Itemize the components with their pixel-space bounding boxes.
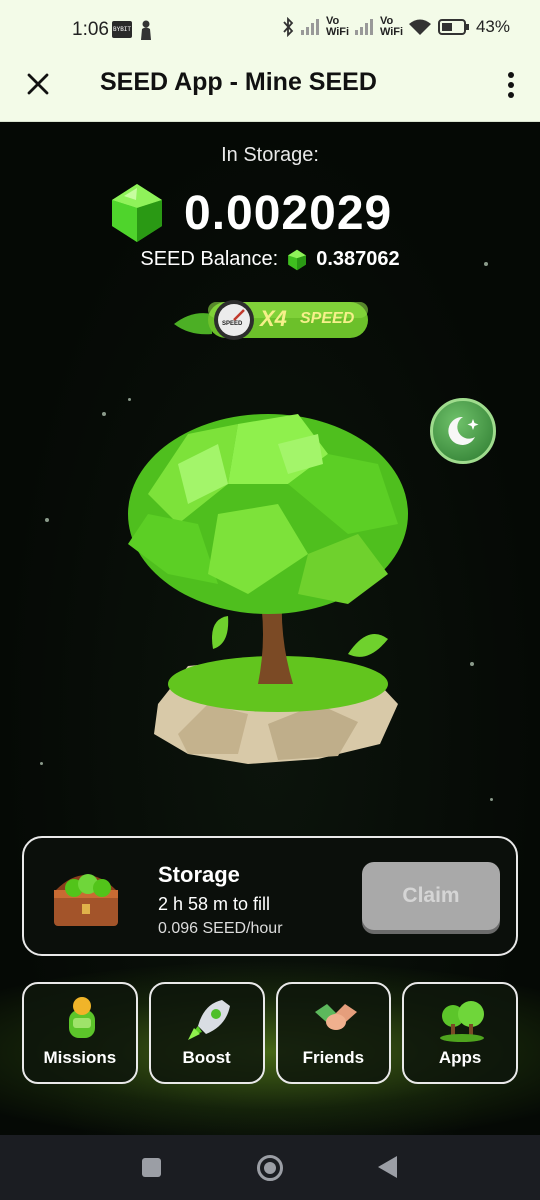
nav-missions-label: Missions [43, 1048, 117, 1067]
app-header: SEED App - Mine SEED [0, 48, 540, 122]
trees-icon [440, 1001, 485, 1042]
storage-rate: 0.096 SEED/hour [158, 920, 283, 937]
storage-label: In Storage: [221, 144, 319, 166]
back-icon[interactable] [378, 1156, 397, 1178]
storage-amount: 0.002029 [184, 186, 393, 240]
nav-boost-button[interactable]: Boost [148, 982, 265, 1084]
seed-gem-small-icon [288, 249, 307, 270]
app-title: SEED App - Mine SEED [100, 68, 377, 96]
storage-title: Storage [158, 862, 240, 887]
treasure-chest-icon [54, 874, 118, 926]
speed-label: SPEED [300, 310, 355, 327]
tree-illustration [128, 414, 408, 764]
system-nav-bar [0, 1135, 540, 1200]
bottom-nav: Missions Boost Friends Apps [22, 982, 518, 1086]
more-vertical-icon[interactable] [504, 70, 518, 100]
nav-boost-label: Boost [182, 1048, 231, 1067]
star-decoration [490, 798, 493, 801]
star-decoration [102, 412, 106, 416]
nav-friends-label: Friends [302, 1048, 365, 1067]
balance-label: SEED Balance: [140, 248, 279, 270]
bluetooth-icon [283, 17, 294, 37]
speed-multiplier: X4 [260, 306, 287, 331]
wifi-icon [408, 19, 431, 35]
storage-fill-time: 2 h 58 m to fill [158, 894, 271, 914]
close-icon[interactable] [24, 70, 52, 98]
signal-icon-2 [354, 19, 373, 35]
home-icon[interactable] [257, 1155, 283, 1181]
handshake-icon [314, 1004, 357, 1030]
night-mode-button[interactable] [430, 398, 496, 464]
nav-apps-label: Apps [438, 1048, 482, 1067]
star-decoration [40, 762, 43, 765]
star-decoration [45, 518, 49, 522]
signal-icon [300, 19, 319, 35]
battery-percent: 43% [475, 17, 510, 36]
missions-icon [69, 997, 95, 1038]
nav-missions-button[interactable]: Missions [22, 982, 138, 1084]
main-area: In Storage: 0.002029 SEED Balance: 0.387… [0, 122, 540, 1135]
bybit-notification-icon: BYBIT [112, 21, 132, 38]
storage-card: Storage 2 h 58 m to fill 0.096 SEED/hour… [22, 836, 518, 956]
person-icon [141, 20, 151, 40]
balance-value: 0.387062 [316, 248, 400, 270]
seed-balance-row: SEED Balance: 0.387062 [0, 248, 540, 271]
storage-amount-row: 0.002029 [106, 182, 392, 244]
status-icons: Vo WiFi Vo WiFi 43% [282, 16, 510, 38]
nav-apps-button[interactable]: Apps [402, 982, 518, 1084]
speed-gauge-text: SPEED [222, 321, 243, 327]
star-decoration [128, 398, 131, 401]
battery-icon [437, 19, 469, 35]
vowifi-label-1: Vo WiFi [325, 15, 350, 38]
star-decoration [470, 662, 474, 666]
rocket-icon [187, 1000, 230, 1040]
moon-stars-icon [448, 416, 479, 445]
recents-icon[interactable] [142, 1158, 161, 1177]
claim-button[interactable]: Claim [362, 862, 500, 930]
vowifi-label-2: Vo WiFi [379, 15, 404, 38]
speed-boost-badge[interactable]: SPEED X4 SPEED [172, 294, 370, 342]
seed-gem-icon [112, 184, 162, 242]
status-time: 1:06 [72, 19, 109, 40]
nav-friends-button[interactable]: Friends [275, 982, 392, 1084]
